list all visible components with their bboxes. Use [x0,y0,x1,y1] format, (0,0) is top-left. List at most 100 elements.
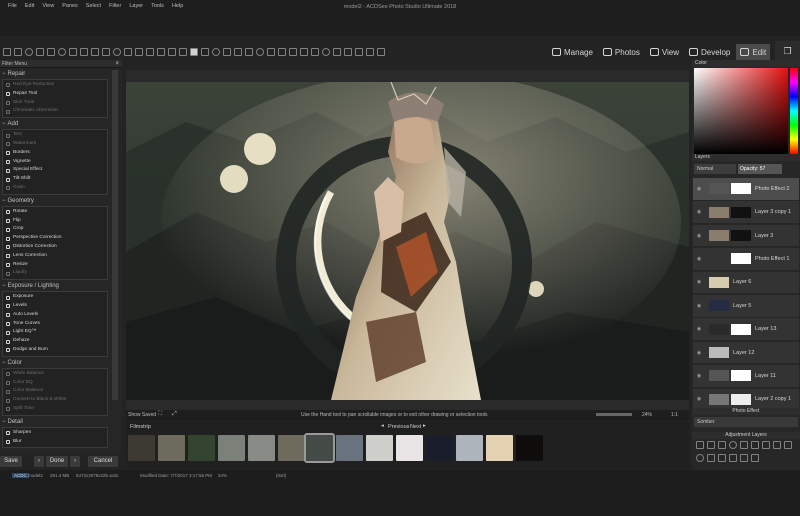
tab-edit[interactable]: Edit [736,44,771,60]
warp-tool-icon[interactable] [344,48,352,56]
zoom-tool-icon[interactable] [135,48,143,56]
menu-item-tools[interactable]: Tools [151,3,164,15]
close-icon[interactable]: × [115,60,119,68]
filter-tool-item[interactable]: Rotate [3,208,107,217]
filter-tool-item[interactable]: Sharpen [3,429,107,438]
play-icon[interactable] [355,48,363,56]
section-header[interactable]: − Repair [2,70,122,79]
thumbnail[interactable] [336,435,363,461]
save-button[interactable]: Save [0,456,22,467]
thumbnail[interactable] [456,435,483,461]
visibility-icon[interactable]: ◉ [695,396,703,402]
next-button[interactable]: Next [410,424,421,430]
thumbnail[interactable] [248,435,275,461]
light-eq-adjust-icon[interactable] [762,441,770,449]
filter-tool-item[interactable]: Convert to Black & White [3,396,107,405]
gradient-tool-icon[interactable] [146,48,154,56]
back-arrow-icon[interactable]: ‹ [34,456,44,467]
section-header[interactable]: − Add [2,120,122,129]
filter-tool-item[interactable]: Watermark [3,140,107,149]
adjust-icon[interactable] [278,48,286,56]
shape-tool-icon[interactable] [179,48,187,56]
pencil-tool-icon[interactable] [168,48,176,56]
previous-icon[interactable]: ◂ [381,423,384,429]
menu-item-help[interactable]: Help [172,3,183,15]
delete-layer-icon[interactable] [718,453,726,462]
visibility-icon[interactable]: ◉ [695,303,703,309]
thumbnail[interactable] [278,435,305,461]
filter-tool-item[interactable]: Light EQ™ [3,328,107,337]
filter-tool-item[interactable]: Red Eye Reduction [3,81,107,90]
visibility-icon[interactable]: ◉ [695,209,703,215]
move-tool-icon[interactable] [3,48,11,56]
hue-slider[interactable] [790,68,798,154]
white-balance-adjust-icon[interactable] [773,441,781,449]
more-icon[interactable] [377,48,385,56]
thumbnail[interactable] [516,435,543,461]
vignette-adjust-icon[interactable] [696,453,704,462]
ratio-button[interactable]: 1:1 [671,412,678,418]
layer-row[interactable]: ◉ Photo Effect 2 [693,178,799,201]
thumbnail[interactable] [188,435,215,461]
ellipse-tool-icon[interactable] [58,48,66,56]
layer-row[interactable]: ◉ Layer 3 [693,224,799,248]
thumbnail[interactable] [128,435,155,461]
color-picker[interactable] [694,68,788,154]
filter-tool-item[interactable]: Special Effect [3,166,107,175]
filter-tool-item[interactable]: White Balance [3,370,107,379]
collapse-icon[interactable]: − [2,70,6,79]
layer-row[interactable]: ◉ Layer 12 [693,341,799,365]
filter-tool-item[interactable]: Dehaze [3,337,107,346]
filter-tool-item[interactable]: Auto Levels [3,311,107,320]
filter-tool-item[interactable]: Color Balance [3,387,107,396]
thumbnail[interactable] [426,435,453,461]
section-header[interactable]: − Geometry [2,197,122,206]
visibility-icon[interactable]: ◉ [695,233,703,239]
hand-tool-icon[interactable] [124,48,132,56]
filter-tool-item[interactable]: Tilt-Shift [3,175,107,184]
export-icon[interactable] [289,48,297,56]
refresh-icon[interactable] [234,48,242,56]
layer-row[interactable]: ◉ Layer 11 [693,365,799,388]
cancel-button[interactable]: Cancel [88,456,118,467]
zoom-value[interactable]: 24% [642,412,652,418]
layer-row[interactable]: ◉ Layer 13 [693,318,799,341]
previous-button[interactable]: Previous [388,424,409,430]
canvas-area[interactable] [126,70,689,410]
settings-icon[interactable] [223,48,231,56]
collapse-icon[interactable]: − [2,120,6,129]
filter-tool-item[interactable]: Crop [3,225,107,234]
filter-tool-item[interactable]: Text [3,131,107,140]
filter-tool-item[interactable]: Liquify [3,269,107,278]
section-header[interactable]: − Exposure / Lighting [2,282,122,291]
marquee-tool-icon[interactable] [47,48,55,56]
filter-tool-item[interactable]: Vignette [3,158,107,167]
filter-tool-item[interactable]: Resize [3,261,107,270]
photo-canvas[interactable] [126,82,689,400]
eyedropper-tool-icon[interactable] [157,48,165,56]
trash-icon[interactable] [751,453,759,462]
layer-row[interactable]: ◉ Layer 6 [693,271,799,295]
done-button[interactable]: Done [46,456,68,467]
filter-tool-item[interactable]: Chromatic Aberration [3,107,107,116]
text-tool-icon[interactable] [102,48,110,56]
select-tool-icon[interactable] [14,48,22,56]
grid-tool-icon[interactable] [300,48,308,56]
layer-row[interactable]: ◉ Photo Effect 1 [693,248,799,271]
thumbnail[interactable] [218,435,245,461]
menu-item-view[interactable]: View [42,3,54,15]
show-saved-button[interactable]: Show Saved [128,412,156,418]
add-layer-icon[interactable] [707,453,715,462]
filter-tool-item[interactable]: Perspective Correction [3,234,107,243]
thumbnail[interactable] [366,435,393,461]
clone-tool-icon[interactable] [113,48,121,56]
filter-tool-item[interactable]: Flip [3,217,107,226]
opacity-field[interactable]: Opacity: 57 [738,164,782,174]
levels-adjust-icon[interactable] [696,441,704,449]
eraser-tool-icon[interactable] [80,48,88,56]
layer-row[interactable]: ◉ Layer 3 copy 1 [693,201,799,224]
filter-tool-item[interactable]: Tone Curves [3,320,107,329]
filter-tool-item[interactable]: Dodge and Burn [3,346,107,355]
layer-row[interactable]: ◉ Layer 5 [693,295,799,318]
blend-mode-select[interactable]: Normal [694,164,736,174]
